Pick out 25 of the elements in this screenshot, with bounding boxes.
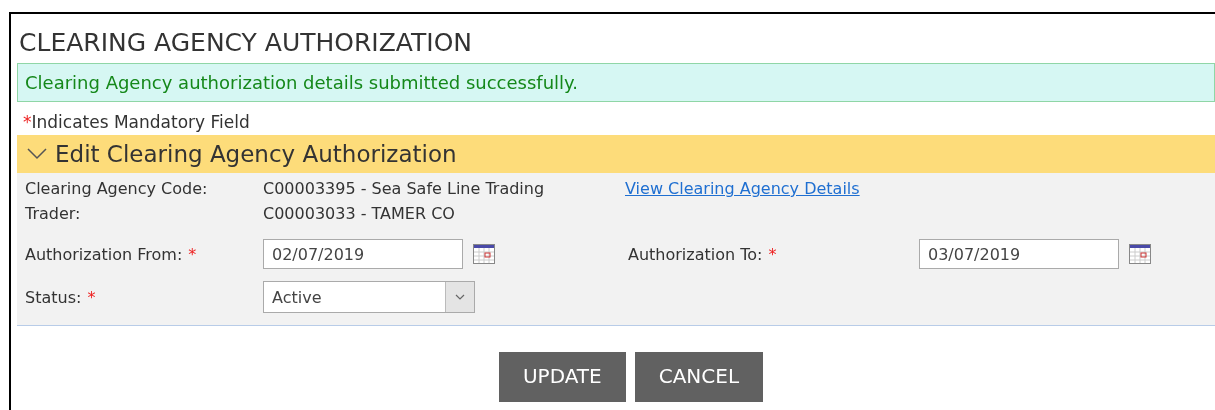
mandatory-note: Indicates Mandatory Field (31, 112, 250, 132)
page-title: CLEARING AGENCY AUTHORIZATION (18, 27, 473, 59)
status-dropdown[interactable]: Active (263, 281, 475, 313)
action-button[interactable]: CANCEL (634, 352, 764, 402)
calendar-icon[interactable] (1129, 244, 1151, 264)
field-label: Trader: (25, 204, 82, 223)
calendar-icon[interactable] (473, 244, 495, 264)
date-field[interactable]: 02/07/2019 (263, 239, 463, 269)
field-label: Clearing Agency Code: (25, 179, 209, 198)
required-mark: * (87, 287, 96, 307)
chevron-down-icon[interactable] (27, 148, 47, 160)
required-mark: * (23, 112, 32, 132)
field-label: Authorization From: (25, 244, 183, 264)
details-link[interactable]: View Clearing Agency Details (625, 179, 860, 198)
field-label: Status: (25, 287, 82, 307)
date-field[interactable]: 03/07/2019 (919, 239, 1119, 269)
action-button[interactable]: UPDATE (498, 352, 626, 402)
field-value: C00003395 - Sea Safe Line Trading (263, 179, 546, 198)
field-value: C00003033 - TAMER CO (263, 204, 456, 223)
section-header[interactable]: Edit Clearing Agency Authorization (17, 135, 1215, 173)
required-mark: * (768, 244, 777, 264)
success-message: Clearing Agency authorization details submitted successfully. (17, 63, 1215, 102)
required-mark: * (188, 244, 197, 264)
field-label: Authorization To: (628, 244, 763, 264)
chevron-down-icon (455, 294, 465, 300)
